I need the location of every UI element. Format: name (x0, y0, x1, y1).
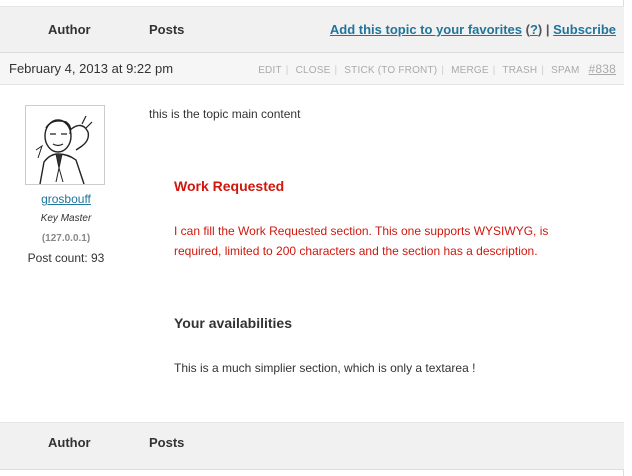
table-footer: Author Posts (0, 422, 624, 470)
avatar[interactable] (25, 105, 105, 185)
author-column-footer: Author (48, 435, 91, 450)
edit-link[interactable]: EDIT (258, 65, 282, 76)
subscribe-link[interactable]: Subscribe (553, 22, 616, 37)
admin-actions: EDIT | CLOSE | STICK (TO FRONT) | MERGE | TR… (258, 62, 616, 76)
post-meta-bar: February 4, 2013 at 9:22 pm EDIT | CLOSE |… (0, 53, 624, 85)
stick-link[interactable]: STICK (344, 65, 374, 76)
author-name-link[interactable]: grosbouff (0, 192, 132, 206)
table-header: Author Posts Add this topic to your favo… (0, 6, 624, 53)
close-link[interactable]: CLOSE (296, 65, 331, 76)
favorites-help-link[interactable]: ? (530, 22, 538, 37)
separator: | (334, 65, 338, 76)
work-requested-description: I can fill the Work Requested section. T… (174, 224, 549, 258)
author-role: Key Master (40, 213, 92, 224)
separator: | (541, 65, 545, 76)
avatar-sketch-icon (26, 106, 104, 185)
separator: | (441, 65, 445, 76)
separator: | (285, 65, 289, 76)
availabilities-description: This is a much simplier section, which i… (174, 361, 476, 375)
availabilities-heading: Your availabilities (174, 315, 293, 331)
post-date: February 4, 2013 at 9:22 pm (9, 61, 174, 76)
favorites-bar: Add this topic to your favorites (?) | S… (329, 22, 616, 37)
separator: | (545, 22, 550, 37)
work-requested-heading: Work Requested (174, 178, 285, 194)
post-permalink[interactable]: #838 (589, 62, 617, 76)
post-body: grosbouff Key Master (127.0.0.1) Post co… (0, 85, 624, 422)
spam-link[interactable]: SPAM (551, 65, 579, 76)
post-count: Post count: 93 (27, 251, 105, 265)
merge-link[interactable]: MERGE (451, 65, 489, 76)
posts-column-footer: Posts (149, 435, 185, 450)
posts-column-header: Posts (149, 22, 185, 37)
trash-link[interactable]: TRASH (502, 65, 537, 76)
author-ip: (127.0.0.1) (41, 233, 91, 244)
add-favorite-link[interactable]: Add this topic to your favorites (330, 22, 522, 37)
topic-content: this is the topic main content (149, 107, 301, 121)
stick-to-front-link[interactable]: (TO FRONT) (378, 65, 438, 76)
separator: | (492, 65, 496, 76)
author-column-header: Author (48, 22, 91, 37)
